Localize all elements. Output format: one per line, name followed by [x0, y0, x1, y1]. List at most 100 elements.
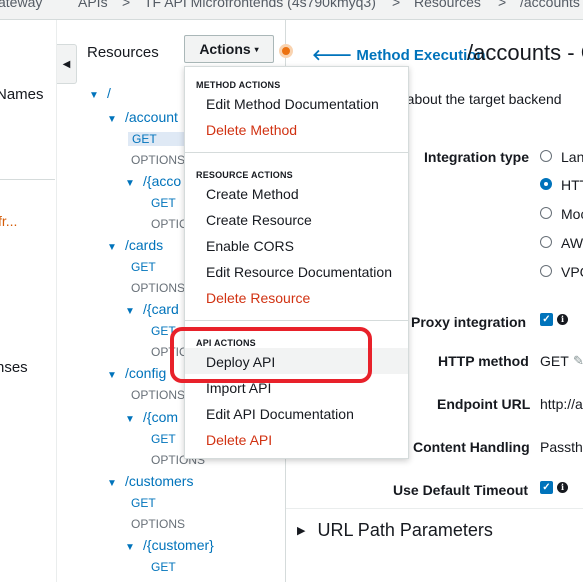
actions-button[interactable]: Actions ▾ [184, 35, 274, 63]
menu-item-delete-method[interactable]: Delete Method [206, 122, 297, 138]
caret-down-icon[interactable]: ▼ [107, 370, 117, 381]
caret-down-icon[interactable]: ▼ [125, 306, 135, 317]
integration-type-radio[interactable] [540, 236, 552, 248]
resource-path-label: /{com [143, 409, 179, 425]
resource-method-item[interactable]: GET [131, 260, 156, 274]
caret-down-icon[interactable]: ▼ [125, 542, 135, 553]
resource-path-label: /{acco [143, 173, 182, 189]
info-icon[interactable]: i [557, 482, 568, 493]
integration-type-radio[interactable] [540, 178, 552, 190]
resource-path-label: /{customer} [143, 537, 214, 553]
resource-method-item[interactable]: GET [151, 432, 176, 446]
description-text: n about the target backend [395, 91, 562, 107]
integration-type-option-label: VPC [561, 264, 583, 280]
info-icon[interactable]: i [557, 314, 568, 325]
method-execution-link[interactable]: 🡐 Method Execution [312, 45, 486, 64]
breadcrumb-item[interactable]: Resources [414, 0, 481, 10]
integration-type-radio[interactable] [540, 150, 552, 162]
resource-tree-node[interactable]: ▼ /{acco [125, 173, 181, 189]
arrow-left-icon: 🡐 [312, 47, 353, 64]
caret-down-icon[interactable]: ▼ [107, 114, 117, 125]
integration-type-radio[interactable] [540, 207, 552, 219]
menu-section-heading: METHOD ACTIONS [196, 80, 281, 90]
resource-method-item[interactable]: GET [151, 196, 176, 210]
caret-down-icon[interactable]: ▼ [125, 414, 135, 425]
menu-item-edit-resource-documentation[interactable]: Edit Resource Documentation [206, 264, 392, 280]
menu-item-edit-method-documentation[interactable]: Edit Method Documentation [206, 96, 379, 112]
menu-item-delete-api[interactable]: Delete API [206, 432, 272, 448]
menu-item-create-method[interactable]: Create Method [206, 186, 299, 202]
caret-left-icon: ◀ [62, 58, 71, 70]
page-title: /accounts - G [467, 40, 583, 65]
proxy-integration-label: P Proxy integration [398, 314, 527, 330]
resource-tree-node[interactable]: ▼ /{customer} [125, 537, 214, 553]
menu-item-edit-api-documentation[interactable]: Edit API Documentation [206, 406, 354, 422]
resource-method-item[interactable]: OPTIONS [131, 517, 185, 531]
breadcrumb-separator: > [498, 0, 507, 10]
left-nav: Names fr... nses [0, 20, 57, 582]
content-handling-value: Passth [540, 439, 583, 455]
menu-section-heading: RESOURCE ACTIONS [196, 170, 293, 180]
proxy-integration-checkbox[interactable]: ✓ [540, 313, 553, 326]
resource-tree-node[interactable]: ▼ /customers [107, 473, 193, 489]
resource-method-item[interactable]: OPTIONS [131, 388, 185, 402]
resource-method-item[interactable]: OPTIONS [131, 153, 185, 167]
menu-item-enable-cors[interactable]: Enable CORS [206, 238, 294, 254]
integration-type-option-label: Moc [561, 206, 583, 222]
resource-method-item[interactable]: GET [151, 560, 176, 574]
left-nav-item[interactable]: Names [0, 86, 44, 103]
actions-button-label: Actions [199, 41, 251, 57]
resource-tree-node[interactable]: ▼ /account [107, 109, 178, 125]
resource-path-label: /cards [125, 237, 164, 253]
caret-down-icon[interactable]: ▼ [125, 178, 135, 189]
http-method-value: GET [540, 353, 569, 369]
breadcrumb-item[interactable]: APIs [78, 0, 108, 10]
divider [0, 179, 55, 180]
integration-type-option-label: HTT [561, 177, 583, 193]
left-nav-item[interactable]: fr... [0, 213, 17, 229]
breadcrumb-item[interactable]: ateway [0, 0, 42, 10]
menu-separator [185, 320, 408, 321]
resources-title: Resources [87, 44, 159, 61]
breadcrumb: ateway APIs > TF API Microfrontends (4s7… [0, 0, 583, 20]
integration-type-radio[interactable] [540, 265, 552, 277]
caret-down-icon[interactable]: ▼ [89, 90, 99, 101]
resource-method-item[interactable]: OPTIONS [131, 281, 185, 295]
screen: ateway APIs > TF API Microfrontends (4s7… [0, 0, 583, 582]
resource-tree-node[interactable]: ▼ /{com [125, 409, 178, 425]
integration-type-option-label: AW [561, 235, 583, 251]
url-path-parameters-label: URL Path Parameters [317, 520, 493, 540]
resource-tree-node[interactable]: ▼ /{card [125, 301, 179, 317]
chevron-down-icon: ▾ [254, 44, 259, 54]
endpoint-url-value: http://a [540, 396, 583, 412]
endpoint-url-label: Endpoint URL [437, 396, 531, 412]
resource-tree-node[interactable]: ▼ /cards [107, 237, 163, 253]
collapse-panel-button[interactable]: ◀ [57, 44, 77, 84]
menu-item-create-resource[interactable]: Create Resource [206, 212, 312, 228]
resource-tree-node[interactable]: ▼ / [89, 85, 111, 101]
default-timeout-label: Use Default Timeout [393, 482, 529, 498]
url-path-parameters-toggle[interactable]: ▶ URL Path Parameters [297, 520, 493, 541]
menu-item-delete-resource[interactable]: Delete Resource [206, 290, 310, 306]
integration-type-label: Integration type [424, 149, 530, 165]
content-handling-label: Content Handling [413, 439, 530, 455]
divider [286, 508, 583, 509]
caret-down-icon[interactable]: ▼ [107, 478, 117, 489]
pencil-icon[interactable]: ✎ [573, 353, 583, 369]
actions-dropdown-menu: METHOD ACTIONS Edit Method Documentation… [184, 66, 409, 459]
default-timeout-checkbox[interactable]: ✓ [540, 481, 553, 494]
resource-path-label: / [107, 85, 111, 101]
caret-down-icon[interactable]: ▼ [107, 242, 117, 253]
resource-path-label: /{card [143, 301, 179, 317]
breadcrumb-separator: > [392, 0, 401, 10]
status-indicator-icon [279, 44, 293, 58]
caret-right-icon: ▶ [297, 525, 306, 537]
breadcrumb-item[interactable]: TF API Microfrontends (4s790kmyq3) [144, 0, 376, 10]
resource-method-item[interactable]: GET [131, 496, 156, 510]
left-nav-item[interactable]: nses [0, 359, 28, 376]
integration-type-option-label: Lan [561, 149, 583, 165]
resource-tree-node[interactable]: ▼ /config [107, 365, 166, 381]
resource-path-label: /config [125, 365, 167, 381]
breadcrumb-item[interactable]: /accounts [520, 0, 580, 10]
http-method-label: HTTP method [438, 353, 529, 369]
